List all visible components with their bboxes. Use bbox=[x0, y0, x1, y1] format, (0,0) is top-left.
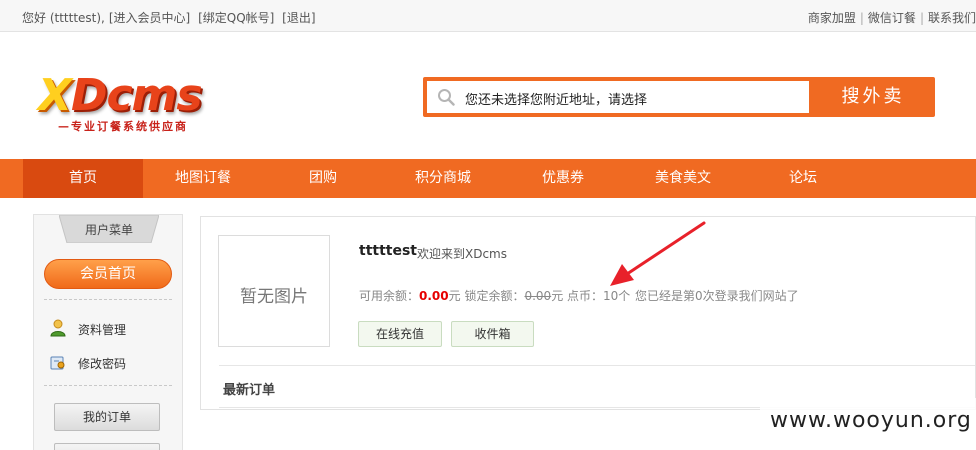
nav-item-group-buy[interactable]: 团购 bbox=[263, 159, 383, 198]
key-icon bbox=[50, 356, 65, 370]
latest-orders-title: 最新订单 bbox=[223, 383, 276, 398]
contact-us-link[interactable]: 联系我们 bbox=[928, 11, 976, 25]
search-icon bbox=[438, 89, 455, 106]
profile-panel: 暂无图片 tttttest 欢迎来到XDcms 可用余额：0.00元 锁定余额：… bbox=[200, 216, 976, 410]
search-button[interactable]: 搜外卖 bbox=[811, 77, 935, 117]
search-placeholder: 您还未选择您附近地址，请选择 bbox=[465, 93, 648, 108]
search-bar: 您还未选择您附近地址，请选择 搜外卖 bbox=[423, 77, 935, 117]
main-nav: 首页 地图订餐 团购 积分商城 优惠券 美食美文 论坛 bbox=[0, 159, 976, 198]
available-balance: 0.00 bbox=[419, 289, 449, 303]
top-bar: 您好 (tttttest), [进入会员中心] [绑定QQ帐号] [退出] 商家加… bbox=[0, 0, 976, 32]
inbox-button[interactable]: 收件箱 bbox=[451, 321, 534, 347]
recharge-button[interactable]: 在线充值 bbox=[358, 321, 442, 347]
nav-item-map-order[interactable]: 地图订餐 bbox=[143, 159, 263, 198]
nav-item-home[interactable]: 首页 bbox=[23, 159, 143, 198]
avatar-placeholder-text: 暂无图片 bbox=[240, 287, 308, 307]
my-orders-button[interactable]: 我的订单 bbox=[54, 403, 160, 431]
sidebar-divider bbox=[44, 299, 172, 300]
member-center-link[interactable]: [进入会员中心] bbox=[109, 11, 190, 25]
nav-item-coupons[interactable]: 优惠券 bbox=[503, 159, 623, 198]
logo-slogan: —专业订餐系统供应商 bbox=[58, 120, 188, 133]
logout-link[interactable]: [退出] bbox=[282, 11, 315, 25]
user-menu-sidebar: 用户菜单 会员首页 资料管理 修改密码 我的订单 bbox=[33, 214, 183, 450]
nav-item-food-articles[interactable]: 美食美文 bbox=[623, 159, 743, 198]
avatar: 暂无图片 bbox=[218, 235, 330, 347]
user-menu-title: 用户菜单 bbox=[59, 215, 159, 243]
user-icon bbox=[50, 319, 66, 337]
nav-item-forum[interactable]: 论坛 bbox=[743, 159, 863, 198]
balance-info: 可用余额：0.00元 锁定余额：0.00元 点币：10个 bbox=[359, 289, 631, 303]
sidebar-divider bbox=[44, 385, 172, 386]
welcome-text: 欢迎来到XDcms bbox=[417, 247, 508, 261]
points-balance: 10个 bbox=[603, 289, 631, 303]
top-bar-right-links: 商家加盟 | 微信订餐 | 联系我们 bbox=[807, 11, 976, 25]
merchant-join-link[interactable]: 商家加盟 bbox=[808, 11, 856, 25]
greeting-text: 您好 (tttttest), bbox=[22, 11, 105, 25]
annotation-arrow-icon bbox=[610, 221, 706, 286]
member-home-button[interactable]: 会员首页 bbox=[44, 259, 172, 289]
locked-balance: 0.00 bbox=[524, 289, 552, 303]
watermark: www.wooyun.org bbox=[760, 398, 976, 450]
site-logo[interactable]: XDcms —专业订餐系统供应商 bbox=[38, 70, 218, 136]
search-input[interactable]: 您还未选择您附近地址，请选择 bbox=[427, 81, 809, 113]
bind-qq-link[interactable]: [绑定QQ帐号] bbox=[198, 11, 274, 25]
top-bar-user-links: 您好 (tttttest), [进入会员中心] [绑定QQ帐号] [退出] bbox=[22, 9, 320, 26]
nav-item-points-mall[interactable]: 积分商城 bbox=[383, 159, 503, 198]
logo-wordmark: XDcms bbox=[38, 70, 203, 121]
section-divider bbox=[219, 365, 975, 366]
wechat-order-link[interactable]: 微信订餐 bbox=[868, 11, 916, 25]
username: tttttest bbox=[359, 243, 417, 259]
sidebar-button[interactable] bbox=[54, 443, 160, 450]
